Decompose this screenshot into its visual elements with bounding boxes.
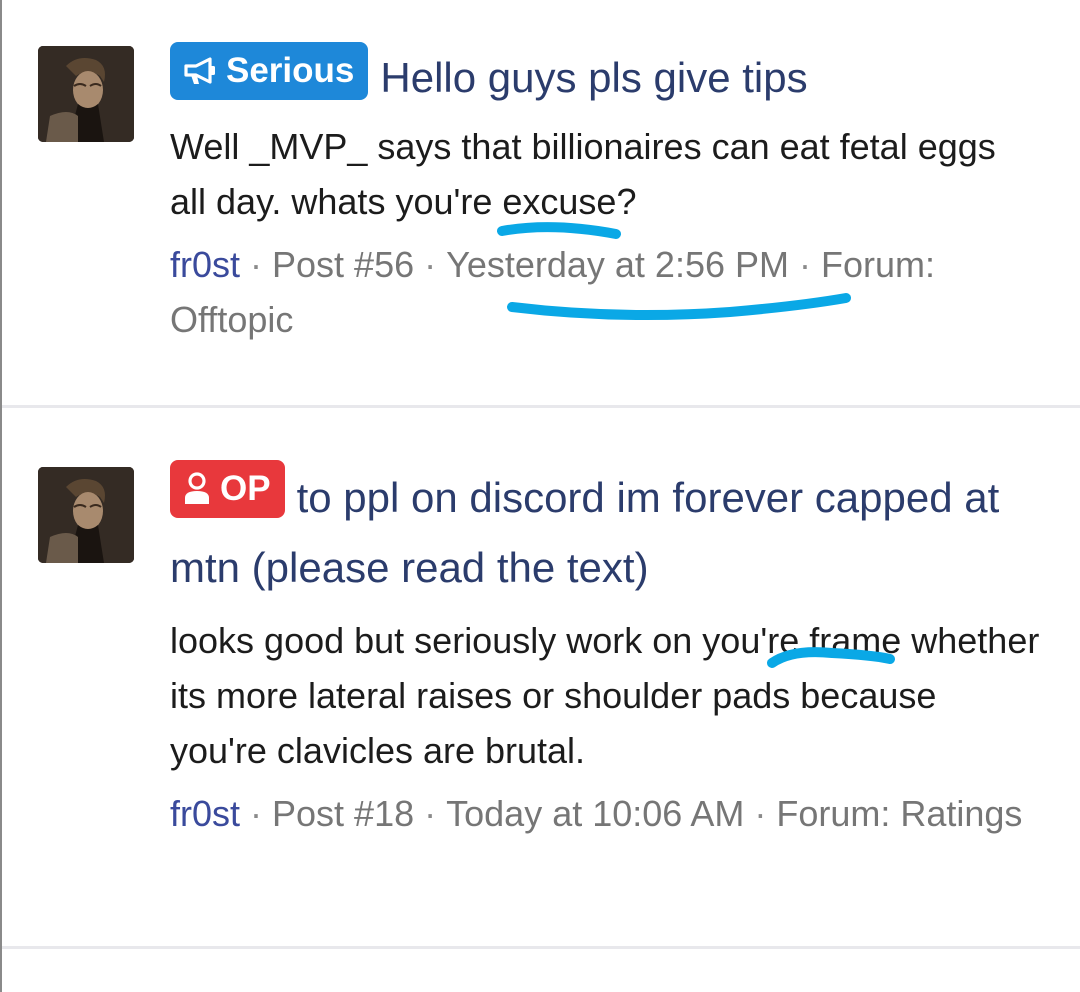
- prefix-badge-serious: Serious: [170, 42, 369, 100]
- forum-label: Forum:: [821, 244, 936, 285]
- meta-separator: ·: [754, 793, 767, 834]
- meta-separator: ·: [424, 244, 437, 285]
- meta-separator: ·: [250, 244, 263, 285]
- snippet-highlight-word: you're: [395, 181, 493, 222]
- result-meta: fr0st · Post #18 · Today at 10:06 AM · Forum: …: [170, 786, 1040, 841]
- prefix-badge-op: OP: [170, 460, 285, 518]
- snippet-highlight-word: you're: [702, 620, 800, 661]
- author-link[interactable]: fr0st: [170, 793, 240, 834]
- result-divider: [2, 946, 1080, 949]
- meta-separator: ·: [424, 793, 437, 834]
- search-result[interactable]: OP to ppl on discord im forever capped a…: [2, 409, 1080, 946]
- meta-separator: ·: [799, 244, 812, 285]
- post-snippet: Well _MVP_ says that billionaires can ea…: [170, 119, 1040, 229]
- thread-title[interactable]: OP to ppl on discord im forever capped a…: [170, 460, 1040, 603]
- forum-name[interactable]: Offtopic: [170, 299, 293, 340]
- user-avatar-icon: [38, 467, 134, 563]
- megaphone-icon: [184, 57, 215, 84]
- post-number[interactable]: Post #18: [272, 793, 414, 834]
- result-divider: [2, 405, 1080, 408]
- post-date: Today at 10:06 AM: [446, 793, 745, 834]
- person-icon: [185, 472, 209, 504]
- user-avatar-icon: [38, 46, 134, 142]
- thread-title-text[interactable]: Hello guys pls give tips: [380, 54, 807, 101]
- prefix-label: OP: [220, 469, 271, 508]
- avatar[interactable]: [38, 467, 134, 563]
- snippet-text: looks good but seriously work on: [170, 620, 703, 661]
- result-content: OP to ppl on discord im forever capped a…: [170, 460, 1040, 841]
- author-link[interactable]: fr0st: [170, 244, 240, 285]
- search-result[interactable]: Serious Hello guys pls give tips Well _M…: [2, 0, 1080, 405]
- forum-label: Forum:: [776, 793, 891, 834]
- snippet-text: excuse?: [492, 181, 637, 222]
- forum-name[interactable]: Ratings: [900, 793, 1022, 834]
- thread-title-text[interactable]: to ppl on discord im forever capped at m…: [170, 474, 999, 591]
- avatar[interactable]: [38, 46, 134, 142]
- result-content: Serious Hello guys pls give tips Well _M…: [170, 42, 1040, 347]
- post-snippet: looks good but seriously work on you're …: [170, 613, 1040, 778]
- prefix-label: Serious: [226, 51, 355, 90]
- post-number[interactable]: Post #56: [272, 244, 414, 285]
- result-meta: fr0st · Post #56 · Yesterday at 2:56 PM · Foru…: [170, 237, 1040, 347]
- meta-separator: ·: [250, 793, 263, 834]
- post-date: Yesterday at 2:56 PM: [446, 244, 790, 285]
- thread-title[interactable]: Serious Hello guys pls give tips: [170, 42, 1040, 113]
